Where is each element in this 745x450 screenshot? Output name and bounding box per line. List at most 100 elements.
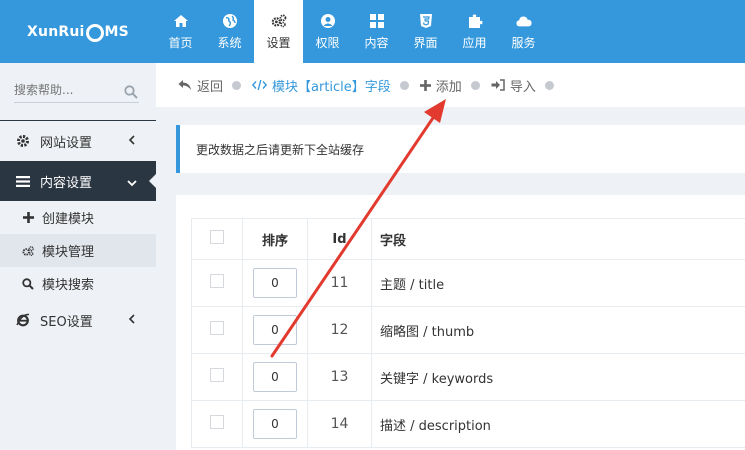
order-cell [242,306,308,354]
nav-item-services[interactable]: 服务 [499,0,548,63]
order-header[interactable]: 排序 [242,218,308,260]
row-checkbox[interactable] [210,274,224,288]
search-icon[interactable] [124,85,138,103]
sidebar: 网站设置 内容设置 创建模块 模块管理 [0,63,157,450]
table-row: 13 关键字 / keywords [191,353,745,401]
row-checkbox[interactable] [210,368,224,382]
nav-item-content[interactable]: 内容 [352,0,401,63]
row-checkbox-cell [191,353,243,401]
nav-label: 界面 [413,35,438,50]
nav-label: 内容 [364,35,389,50]
sidebar-menu: 网站设置 内容设置 创建模块 模块管理 模块搜索 SEO设置 [0,121,157,450]
chevron-left-icon [128,134,136,150]
reply-icon [178,79,192,91]
plus-icon [419,79,431,91]
nav-item-settings[interactable]: 设置 [254,0,303,63]
code-icon [252,79,268,91]
row-checkbox[interactable] [210,321,224,335]
row-checkbox[interactable] [210,415,224,429]
row-checkbox-cell [191,400,243,448]
order-cell [242,353,308,401]
sidebar-item-seo-settings[interactable]: SEO设置 [0,300,156,340]
gears-icon [22,245,34,257]
module-field-link[interactable]: 模块【article】字段 [252,76,391,95]
field-cell[interactable]: 关键字 / keywords [371,353,745,401]
breadcrumb-toolbar: 返回 模块【article】字段 添加 导入 [156,63,745,107]
nav-label: 应用 [462,35,487,50]
sidebar-subitem-module-management[interactable]: 模块管理 [0,234,156,267]
id-cell: 13 [307,353,372,401]
top-bar: XunRui MS 首页 系统 设置 权限 内容 界面 应用 服务 [0,0,745,63]
nav-item-interface[interactable]: 界面 [401,0,450,63]
search-icon [22,277,34,290]
back-label: 返回 [197,79,224,95]
main-content: 返回 模块【article】字段 添加 导入 更改数据之后请更新下全站缓存 排序… [156,63,745,450]
field-cell[interactable]: 缩略图 / thumb [371,306,745,354]
order-cell [242,400,308,448]
separator-dot [544,80,554,90]
sidebar-item-label: 模块搜索 [42,278,95,293]
select-all-checkbox[interactable] [210,230,224,244]
nav-item-home[interactable]: 首页 [156,0,205,63]
fields-table: 排序 Id 字段 11 主题 / title 12 缩略图 / thumb [191,218,745,448]
module-field-label: 模块【article】字段 [272,79,391,95]
field-cell[interactable]: 描述 / description [371,400,745,448]
nav-label: 设置 [266,35,291,50]
html5-icon [418,13,434,29]
field-header: 字段 [371,218,745,260]
chevron-left-icon [128,313,136,329]
notice-text: 更改数据之后请更新下全站缓存 [196,142,365,157]
chevron-down-icon [126,176,138,191]
order-input[interactable] [253,268,297,298]
separator-dot [399,80,409,90]
grid-icon [369,13,385,29]
sidebar-item-label: 内容设置 [40,175,93,191]
gears-icon [271,13,287,29]
bars-icon [16,174,30,188]
back-link[interactable]: 返回 [178,76,223,95]
id-header[interactable]: Id [307,218,372,260]
search-input[interactable] [14,77,139,103]
id-cell: 12 [307,306,372,354]
logo-text-after: MS [104,23,129,40]
logo-drop-icon [85,23,104,42]
table-header-row: 排序 Id 字段 [191,218,745,260]
sidebar-item-label: 创建模块 [42,212,95,227]
gear-icon [16,134,30,148]
order-input[interactable] [253,362,297,392]
separator-dot [232,80,242,90]
nav-item-permissions[interactable]: 权限 [303,0,352,63]
globe-icon [222,13,238,29]
nav-label: 权限 [315,35,340,50]
nav-item-system[interactable]: 系统 [205,0,254,63]
puzzle-icon [467,13,483,29]
order-input[interactable] [253,315,297,345]
sidebar-subitem-create-module[interactable]: 创建模块 [0,201,156,234]
nav-label: 系统 [217,35,242,50]
user-circle-icon [320,13,336,29]
nav-item-apps[interactable]: 应用 [450,0,499,63]
sidebar-search [0,63,156,121]
table-row: 14 描述 / description [191,400,745,448]
row-checkbox-cell [191,306,243,354]
add-label: 添加 [435,79,462,95]
sidebar-subitem-module-search[interactable]: 模块搜索 [0,267,156,300]
table-row: 12 缩略图 / thumb [191,306,745,354]
cloud-icon [515,13,532,29]
select-all-cell [191,218,243,260]
row-checkbox-cell [191,259,243,307]
sign-in-icon [491,79,505,91]
nav-label: 服务 [511,35,536,50]
add-button[interactable]: 添加 [419,76,462,95]
sidebar-item-site-settings[interactable]: 网站设置 [0,121,156,161]
field-cell[interactable]: 主题 / title [371,259,745,307]
import-button[interactable]: 导入 [491,76,536,95]
nav-label: 首页 [168,35,193,50]
sidebar-item-label: SEO设置 [40,314,93,330]
logo[interactable]: XunRui MS [0,0,156,63]
separator-dot [470,80,480,90]
order-input[interactable] [253,409,297,439]
plus-icon [22,212,34,224]
sidebar-item-content-settings[interactable]: 内容设置 [0,161,157,201]
sidebar-item-label: 网站设置 [40,135,93,151]
